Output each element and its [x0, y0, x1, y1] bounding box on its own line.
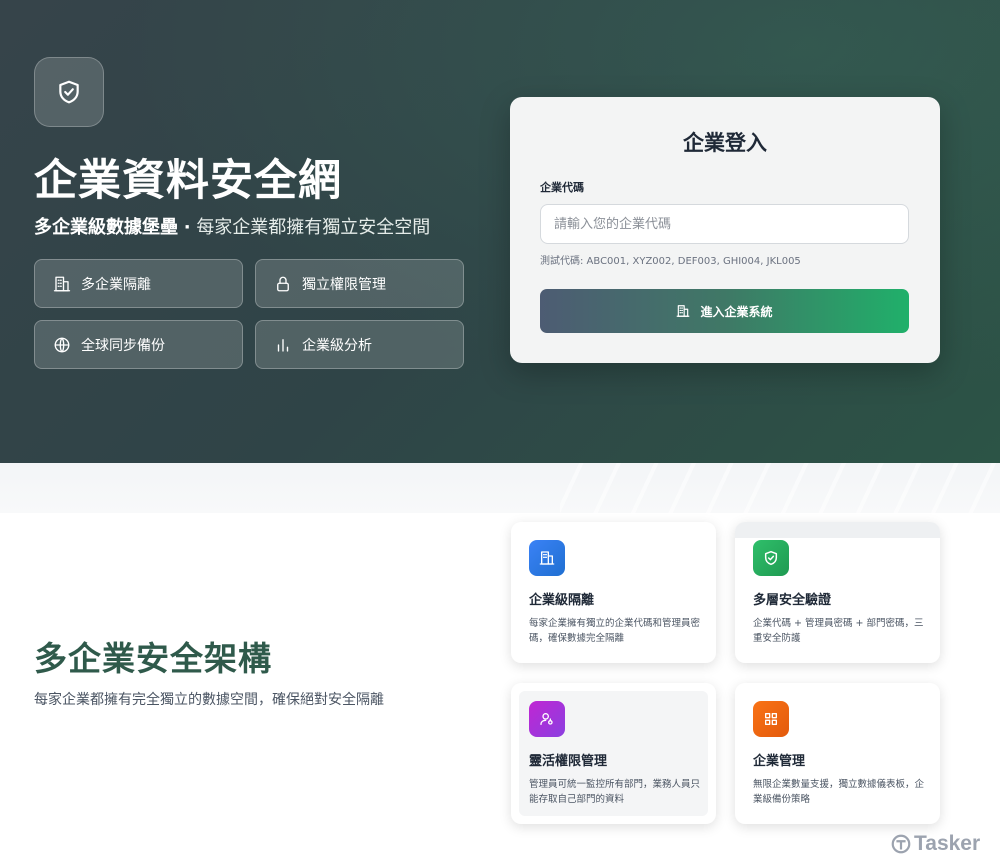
login-card: 企業登入 企業代碼 測試代碼: ABC001, XYZ002, DEF003, …: [510, 97, 940, 363]
feature-chip-label: 企業級分析: [302, 337, 372, 354]
shield-check-icon: [59, 80, 79, 104]
tasker-watermark: Tasker: [890, 832, 980, 856]
feature-chip-permissions: 獨立權限管理: [255, 259, 464, 308]
card-title: 靈活權限管理: [529, 754, 608, 769]
tasker-logo-icon: [890, 833, 912, 855]
card-title: 企業管理: [753, 754, 806, 769]
enter-system-label: 進入企業系統: [700, 304, 773, 319]
feature-chip-backup: 全球同步備份: [34, 320, 243, 369]
section-description: 每家企業都擁有完全獨立的數據空間，確保絕對安全隔離: [34, 692, 384, 708]
feature-chip-label: 多企業隔離: [81, 276, 151, 293]
section-divider-band: [0, 463, 1000, 513]
bar-chart-icon: [274, 336, 292, 354]
shield-check-icon: [764, 550, 778, 566]
card-title: 企業級隔離: [529, 593, 595, 608]
card-description: 無限企業數量支援，獨立數據儀表板，企業級備份策略: [753, 779, 925, 805]
test-code-hint: 測試代碼: ABC001, XYZ002, DEF003, GHI004, JK…: [540, 256, 801, 267]
card-badge: [753, 701, 789, 737]
feature-card-isolation: 企業級隔離 每家企業擁有獨立的企業代碼和管理員密碼，確保數據完全隔離: [511, 522, 716, 663]
building-icon: [676, 304, 690, 318]
globe-icon: [53, 336, 71, 354]
hero-subtitle: 多企業級數據堡壘 · 每家企業都擁有獨立安全空間: [34, 213, 430, 239]
feature-card-verification: 多層安全驗證 企業代碼 + 管理員密碼 + 部門密碼，三重安全防護: [735, 522, 940, 663]
card-badge: [529, 701, 565, 737]
hero-subtitle-strong: 多企業級數據堡壘: [34, 217, 178, 238]
feature-chip-multi-tenant: 多企業隔離: [34, 259, 243, 308]
login-title: 企業登入: [683, 131, 767, 155]
card-description: 每家企業擁有獨立的企業代碼和管理員密碼，確保數據完全隔離: [529, 618, 701, 644]
card-badge: [529, 540, 565, 576]
company-code-label: 企業代碼: [540, 181, 584, 194]
feature-chip-analytics: 企業級分析: [255, 320, 464, 369]
card-description: 企業代碼 + 管理員密碼 + 部門密碼，三重安全防護: [753, 618, 924, 644]
company-code-input[interactable]: [540, 204, 909, 244]
hero-title: 企業資料安全網: [34, 156, 342, 206]
card-description: 管理員可統一監控所有部門，業務人員只能存取自己部門的資料: [529, 779, 701, 805]
feature-chip-label: 全球同步備份: [81, 337, 165, 354]
building-icon: [53, 275, 71, 293]
section-title: 多企業安全架構: [34, 639, 272, 678]
hero-subtitle-separator: ·: [183, 217, 191, 238]
building-icon: [539, 551, 555, 565]
card-top-strip: [735, 522, 940, 538]
feature-chip-grid: 多企業隔離 獨立權限管理 全球同步備份 企業級分析: [34, 259, 464, 369]
feature-card-management: 企業管理 無限企業數量支援，獨立數據儀表板，企業級備份策略: [735, 683, 940, 824]
card-title: 多層安全驗證: [753, 593, 832, 608]
hero-subtitle-rest: 每家企業都擁有獨立安全空間: [196, 217, 431, 238]
enter-system-button[interactable]: 進入企業系統: [540, 289, 909, 333]
user-key-icon: [540, 713, 553, 725]
feature-card-permissions: 靈活權限管理 管理員可統一監控所有部門，業務人員只能存取自己部門的資料: [511, 683, 716, 824]
card-badge: [753, 540, 789, 576]
lock-icon: [274, 275, 292, 293]
feature-chip-label: 獨立權限管理: [302, 276, 386, 293]
watermark-text: Tasker: [914, 832, 981, 855]
grid-icon: [765, 713, 777, 725]
logo-badge: [34, 57, 104, 127]
